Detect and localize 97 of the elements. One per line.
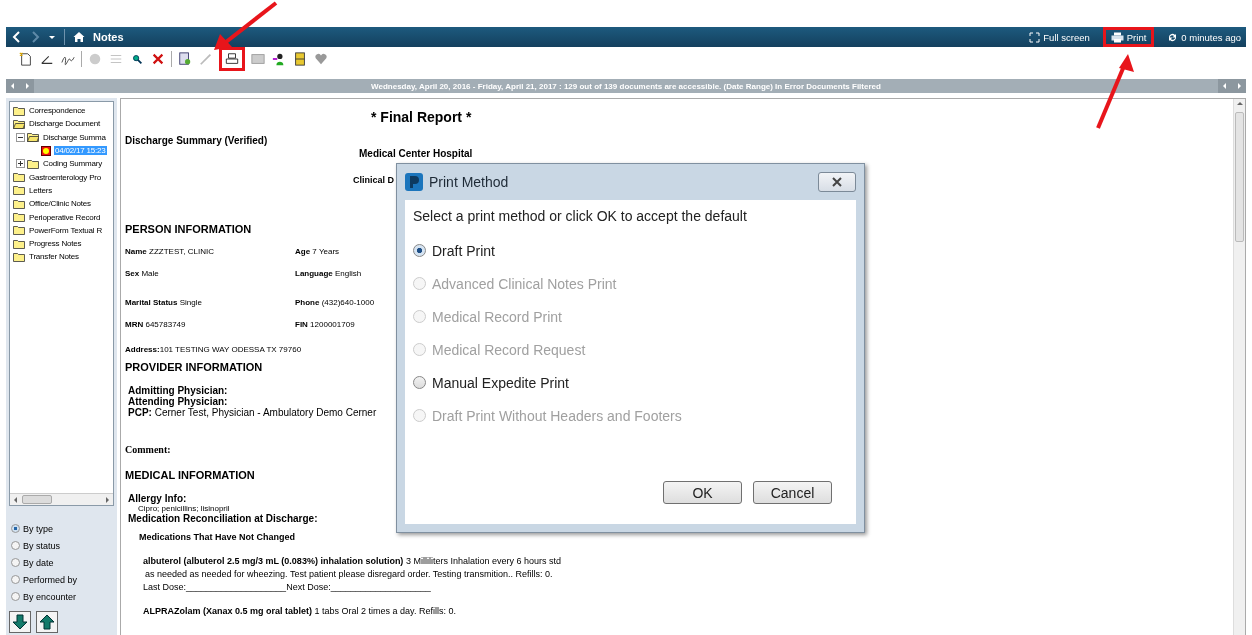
ok-button[interactable]: OK: [663, 481, 742, 504]
printer-icon[interactable]: [225, 52, 239, 66]
move-up-button[interactable]: [36, 611, 58, 633]
collapse-icon[interactable]: [16, 132, 25, 142]
window-title: Notes: [93, 31, 124, 43]
person-field: Age 7 Years: [295, 247, 340, 256]
document-subtitle: Discharge Summary (Verified): [125, 135, 269, 146]
print-option[interactable]: Manual Expedite Print: [413, 373, 848, 392]
radio-label[interactable]: Performed by: [23, 574, 78, 585]
date-range-text: Wednesday, April 20, 2016 - Friday, April 21, 2017 : 129 out of 139 documents are accessible. (Date Range) In Error Documents Filtered: [370, 81, 882, 91]
delete-icon[interactable]: [151, 52, 165, 66]
cancel-button[interactable]: Cancel: [753, 481, 832, 504]
comment-label: Comment:: [125, 444, 172, 455]
allergy-label: Allergy Info:: [128, 493, 187, 504]
fullscreen-button[interactable]: Full screen: [1024, 27, 1095, 47]
heart-icon[interactable]: [314, 52, 328, 66]
vertical-scrollbar[interactable]: [1233, 99, 1245, 635]
medication-heading: Medications That Have Not Changed: [139, 532, 296, 542]
dialog-title: Print Method: [429, 174, 509, 190]
person-field: Sex Male: [125, 269, 159, 278]
person-field: FIN 1200001709: [295, 320, 355, 329]
cabinet-icon[interactable]: [293, 52, 307, 66]
document-search-icon[interactable]: [178, 52, 192, 66]
expand-icon[interactable]: [16, 159, 25, 169]
tree-item[interactable]: PowerForm Textual R: [28, 225, 103, 235]
person-field: MRN 645783749: [125, 320, 186, 329]
scroll-left-icon[interactable]: [10, 83, 16, 89]
radio-button[interactable]: [11, 541, 20, 550]
forward-icon[interactable]: [30, 31, 40, 43]
tree-item[interactable]: Discharge Summa: [42, 132, 107, 142]
close-button[interactable]: [818, 172, 856, 192]
radio-label[interactable]: By status: [23, 540, 60, 551]
scrollbar-thumb[interactable]: [1235, 112, 1244, 242]
close-icon: [831, 177, 843, 187]
tree-item[interactable]: Gastroenterology Pro: [28, 172, 103, 182]
horizontal-scrollbar[interactable]: [10, 493, 113, 505]
folder-icon: [27, 158, 39, 169]
back-icon[interactable]: [12, 31, 22, 43]
tree-item[interactable]: Office/Clinic Notes: [28, 199, 92, 209]
allergy-list: Cipro; penicillins; lisinopril: [138, 504, 230, 513]
new-document-icon[interactable]: [19, 52, 33, 66]
section-heading: MEDICAL INFORMATION: [125, 469, 256, 481]
dialog-prompt: Select a print method or click OK to accept the default: [413, 208, 748, 224]
radio-button[interactable]: [413, 376, 426, 389]
radio-button[interactable]: [11, 558, 20, 567]
document-status-icon: [41, 145, 51, 156]
person-field: Marital Status Single: [125, 298, 202, 307]
person-icon[interactable]: [272, 52, 286, 66]
search-icon[interactable]: [130, 52, 144, 66]
radio-button[interactable]: [11, 592, 20, 601]
move-down-button[interactable]: [9, 611, 31, 633]
scroll-left-icon[interactable]: [1222, 83, 1228, 89]
scroll-right-icon[interactable]: [24, 83, 30, 89]
radio-label[interactable]: By encounter: [23, 591, 77, 602]
section-heading: PROVIDER INFORMATION: [125, 361, 264, 373]
person-field: Phone (432)640-1000: [295, 298, 375, 307]
scroll-left-icon[interactable]: [13, 496, 18, 503]
provider-line: Attending Physician:: [128, 396, 228, 407]
report-title: * Final Report *: [371, 109, 473, 125]
tree-item[interactable]: Transfer Notes: [28, 252, 80, 262]
address-field: Address:101 TESTING WAY ODESSA TX 79760: [125, 345, 302, 354]
refresh-button[interactable]: 0 minutes ago: [1162, 27, 1246, 47]
tree-item[interactable]: Letters: [28, 185, 54, 195]
tree-item[interactable]: Perioperative Record: [28, 212, 102, 222]
fullscreen-icon: [1029, 31, 1041, 43]
radio-label[interactable]: By date: [23, 557, 54, 568]
facility-name: Medical Center Hospital: [359, 148, 474, 159]
provider-line: Admitting Physician:: [128, 385, 228, 396]
tree-item[interactable]: Discharge Document: [28, 119, 102, 129]
scroll-up-icon[interactable]: [1236, 101, 1243, 106]
medication-line: as needed as needed for wheezing. Test patient please disregard order. Testing transmition.. Refills: 0.: [145, 569, 553, 579]
section-heading: PERSON INFORMATION: [125, 223, 253, 235]
medication-line: albuterol (albuterol 2.5 mg/3 mL (0.083%) inhalation solution) 3 Milliliters Inhalation every 6 hours std: [143, 556, 561, 566]
tree-item[interactable]: Coding Summary: [42, 159, 103, 169]
tree-item[interactable]: Correspondence: [28, 106, 87, 116]
scroll-right-icon[interactable]: [1236, 83, 1242, 89]
dose-line: Last Dose:____________________Next Dose:____________________: [143, 582, 431, 592]
radio-button[interactable]: [413, 244, 426, 257]
radio-button[interactable]: [11, 524, 20, 533]
dropdown-icon[interactable]: [48, 33, 56, 41]
person-field: Language English: [295, 269, 362, 278]
print-option[interactable]: Draft Print: [413, 241, 848, 260]
open-folder-icon: [27, 132, 39, 143]
reconciliation-heading: Medication Reconciliation at Discharge:: [128, 513, 318, 524]
scroll-right-icon[interactable]: [105, 496, 110, 503]
radio-label[interactable]: By type: [23, 523, 53, 534]
home-icon[interactable]: [73, 31, 85, 43]
provider-line: PCP: Cerner Test, Physician - Ambulatory Demo Cerner: [128, 407, 377, 418]
radio-button[interactable]: [11, 575, 20, 584]
person-field: Name ZZZTEST, CLINIC: [125, 247, 214, 256]
app-logo-icon: [405, 173, 423, 191]
refresh-icon: [1167, 31, 1179, 43]
medication-line: ALPRAZolam (Xanax 0.5 mg oral tablet) 1 tabs Oral 2 times a day. Refills: 0.: [143, 606, 456, 616]
tree-item[interactable]: Progress Notes: [28, 239, 83, 249]
printer-icon: [1110, 31, 1124, 43]
print-button[interactable]: Print: [1102, 27, 1155, 47]
clinical-label: Clinical D: [353, 175, 394, 185]
